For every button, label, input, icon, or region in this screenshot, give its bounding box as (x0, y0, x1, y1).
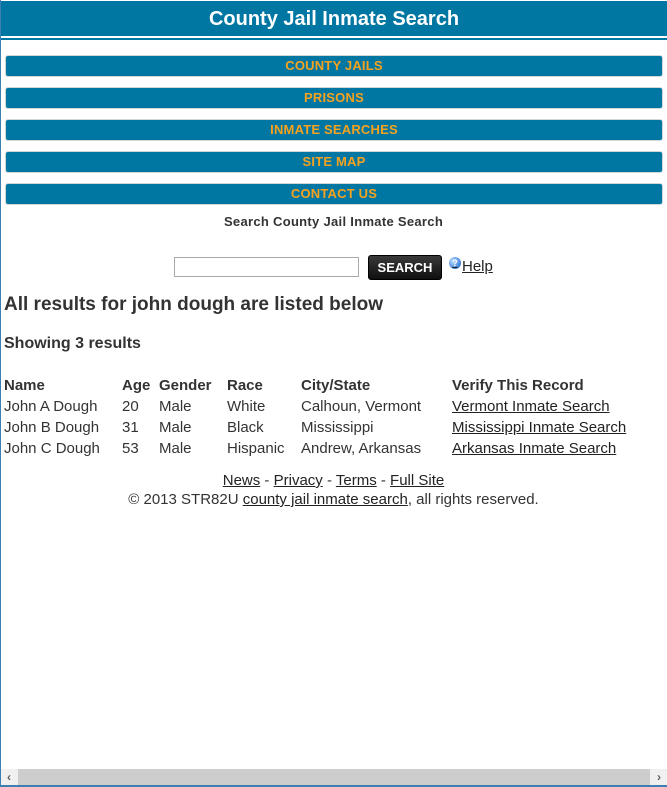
verify-link[interactable]: Mississippi Inmate Search (452, 419, 626, 436)
footer-link-news[interactable]: News (223, 472, 261, 489)
cell-race: White (227, 398, 266, 415)
results-count: Showing 3 results (4, 335, 141, 352)
results-heading: All results for john dough are listed be… (4, 294, 383, 315)
help-label: Help (462, 257, 493, 275)
column-header-city-state: City/State (301, 377, 371, 394)
footer: News - Privacy - Terms - Full Site © 201… (0, 471, 667, 509)
nav-inmate-searches[interactable]: INMATE SEARCHES (5, 119, 663, 141)
cell-name: John A Dough (4, 398, 98, 415)
copyright-suffix: , all rights reserved. (407, 491, 539, 508)
site-title: County Jail Inmate Search (208, 8, 460, 30)
cell-name: John C Dough (4, 440, 100, 457)
table-row: John A Dough 20 Male White Calhoun, Verm… (2, 396, 632, 417)
search-button[interactable]: SEARCH (368, 254, 442, 280)
column-header-age: Age (122, 377, 151, 394)
footer-link-full-site[interactable]: Full Site (390, 472, 444, 489)
column-header-race: Race (227, 377, 263, 394)
nav-county-jails[interactable]: COUNTY JAILS (5, 55, 663, 77)
cell-gender: Male (159, 419, 192, 436)
footer-links: News - Privacy - Terms - Full Site (0, 471, 667, 490)
footer-link-privacy[interactable]: Privacy (274, 472, 323, 489)
column-header-verify: Verify This Record (452, 377, 584, 394)
cell-gender: Male (159, 398, 192, 415)
table-row: John B Dough 31 Male Black Mississippi M… (2, 417, 632, 438)
footer-link-terms[interactable]: Terms (336, 472, 377, 489)
footer-separator: - (260, 472, 274, 489)
cell-age: 53 (122, 440, 139, 457)
horizontal-scrollbar[interactable]: ‹ › (1, 769, 667, 785)
cell-race: Hispanic (227, 440, 285, 457)
copyright: © 2013 STR82U county jail inmate search,… (0, 490, 667, 509)
footer-separator: - (322, 472, 336, 489)
scrollbar-thumb[interactable] (18, 769, 650, 785)
scroll-left-icon[interactable]: ‹ (1, 769, 17, 785)
table-header-row: Name Age Gender Race City/State Verify T… (2, 375, 632, 396)
table-row: John C Dough 53 Male Hispanic Andrew, Ar… (2, 438, 632, 459)
cell-gender: Male (159, 440, 192, 457)
cell-race: Black (227, 419, 264, 436)
cell-verify: Mississippi Inmate Search (450, 417, 632, 438)
copyright-link[interactable]: county jail inmate search (243, 491, 408, 508)
cell-city-state: Mississippi (301, 419, 374, 436)
main-nav: COUNTY JAILS PRISONS INMATE SEARCHES SIT… (5, 55, 663, 215)
nav-site-map[interactable]: SITE MAP (5, 151, 663, 173)
cell-city-state: Calhoun, Vermont (301, 398, 422, 415)
cell-city-state: Andrew, Arkansas (301, 440, 422, 457)
site-header: County Jail Inmate Search (1, 1, 667, 38)
cell-age: 20 (122, 398, 139, 415)
column-header-gender: Gender (159, 377, 212, 394)
cell-verify: Arkansas Inmate Search (450, 438, 632, 459)
nav-contact-us[interactable]: CONTACT US (5, 183, 663, 205)
cell-age: 31 (122, 419, 139, 436)
footer-separator: - (376, 472, 391, 489)
search-form: SEARCH ? Help (174, 254, 493, 280)
search-title: Search County Jail Inmate Search (223, 214, 444, 229)
cell-verify: Vermont Inmate Search (450, 396, 632, 417)
column-header-name: Name (4, 377, 45, 394)
help-link[interactable]: ? Help (449, 257, 493, 275)
verify-link[interactable]: Vermont Inmate Search (452, 398, 610, 415)
nav-prisons[interactable]: PRISONS (5, 87, 663, 109)
copyright-prefix: © 2013 STR82U (128, 491, 243, 508)
question-circle-icon: ? (449, 257, 461, 269)
search-input[interactable] (174, 257, 359, 277)
scroll-right-icon[interactable]: › (651, 769, 667, 785)
verify-link[interactable]: Arkansas Inmate Search (452, 440, 616, 457)
cell-name: John B Dough (4, 419, 100, 436)
results-table: Name Age Gender Race City/State Verify T… (2, 375, 632, 459)
